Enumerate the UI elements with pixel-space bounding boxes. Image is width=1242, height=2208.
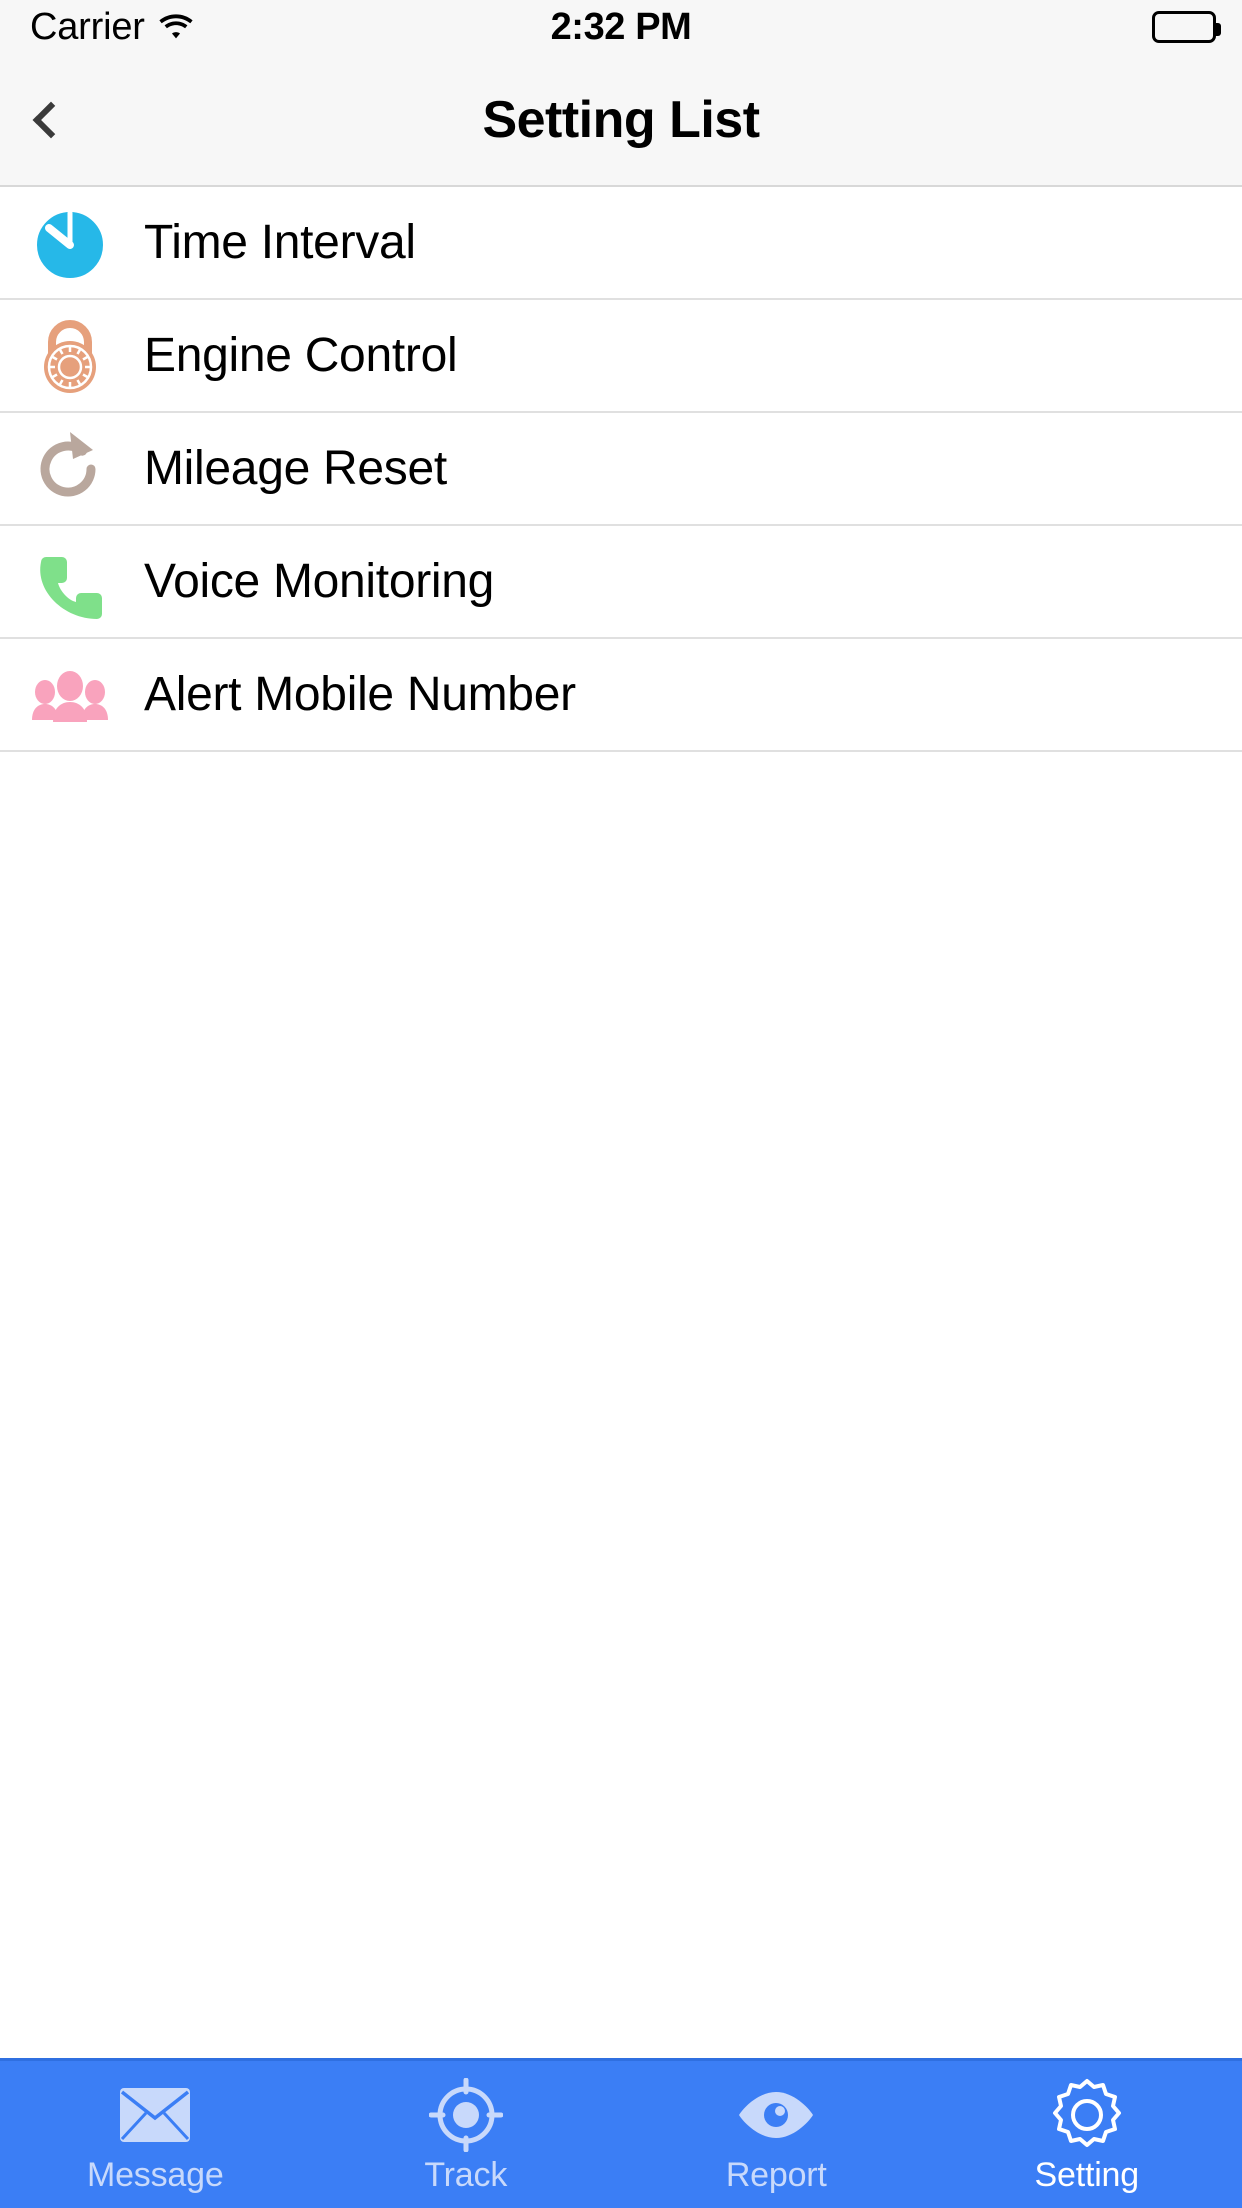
envelope-icon: [119, 2078, 191, 2152]
padlock-icon: [24, 310, 116, 402]
tab-track[interactable]: Track: [311, 2061, 622, 2208]
chevron-left-icon: [32, 101, 70, 138]
carrier-label: Carrier: [30, 5, 145, 48]
wifi-icon: [159, 6, 193, 49]
list-item-alert-mobile-number[interactable]: Alert Mobile Number: [0, 639, 1242, 752]
list-item-engine-control[interactable]: Engine Control: [0, 300, 1242, 413]
gear-icon: [1050, 2078, 1124, 2152]
tab-label: Report: [725, 2155, 827, 2194]
clock-timer-icon: [24, 197, 116, 289]
crosshair-icon: [428, 2077, 503, 2152]
app-screen: Carrier 2:32 PM Setting List Time Interv…: [0, 0, 1242, 2208]
nav-bar: Setting List: [0, 54, 1242, 187]
status-bar-right: [1152, 11, 1221, 43]
back-button[interactable]: [0, 54, 110, 185]
phone-icon: [24, 536, 116, 628]
tab-label: Track: [424, 2155, 508, 2194]
people-group-icon: [24, 649, 116, 741]
setting-list: Time Interval Engine Control Mileage Res…: [0, 187, 1242, 2058]
list-item-label: Voice Monitoring: [144, 555, 495, 608]
tab-report[interactable]: Report: [621, 2061, 932, 2208]
battery-full-icon: [1152, 11, 1221, 43]
tab-label: Message: [86, 2155, 224, 2194]
page-title: Setting List: [482, 90, 760, 149]
list-item-time-interval[interactable]: Time Interval: [0, 187, 1242, 300]
list-item-label: Alert Mobile Number: [144, 668, 576, 721]
tab-label: Setting: [1034, 2155, 1140, 2194]
list-item-mileage-reset[interactable]: Mileage Reset: [0, 413, 1242, 526]
refresh-icon: [24, 423, 116, 515]
list-item-label: Engine Control: [144, 329, 458, 382]
list-item-label: Mileage Reset: [144, 442, 447, 495]
tab-message[interactable]: Message: [0, 2061, 311, 2208]
tab-bar: Message Track Report Setting: [0, 2058, 1242, 2208]
status-bar: Carrier 2:32 PM: [0, 0, 1242, 54]
status-bar-left: Carrier: [30, 6, 193, 49]
tab-setting[interactable]: Setting: [932, 2061, 1242, 2208]
eye-icon: [736, 2078, 816, 2152]
list-item-voice-monitoring[interactable]: Voice Monitoring: [0, 526, 1242, 639]
list-item-label: Time Interval: [144, 216, 416, 269]
